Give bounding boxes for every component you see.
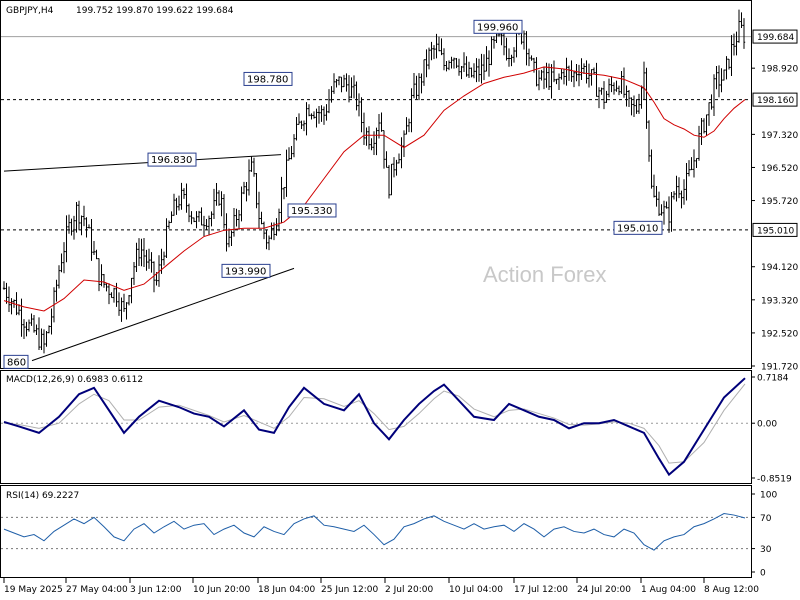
price-axis-label: 194.120 — [761, 263, 798, 273]
price-axis-tag: 195.010 — [757, 226, 794, 236]
price-annotation-label: 196.830 — [151, 155, 192, 166]
price-axis-tag: 199.684 — [757, 33, 794, 43]
price-annotation-label: 860 — [7, 357, 26, 368]
time-axis-label: 2 Jul 20:00 — [385, 585, 434, 595]
price-annotation-label: 198.780 — [247, 74, 288, 85]
time-axis-label: 10 Jun 20:00 — [193, 585, 250, 595]
time-axis-label: 10 Jul 04:00 — [449, 585, 503, 595]
price-panel-frame — [0, 0, 752, 369]
time-axis-label: 8 Aug 12:00 — [704, 585, 759, 595]
rsi-axis-label: 0 — [760, 569, 766, 579]
chart-header-symbol: GBPJPY,H4 — [6, 6, 54, 16]
macd-title: MACD(12,26,9) 0.6983 0.6112 — [6, 375, 143, 385]
rsi-panel-frame — [0, 485, 752, 578]
price-axis-label: 197.320 — [761, 131, 798, 141]
rsi-title: RSI(14) 69.2227 — [6, 491, 79, 501]
time-axis-label: 17 Jul 12:00 — [514, 585, 568, 595]
price-axis-label: 196.520 — [761, 164, 798, 174]
price-axis-tag: 198.160 — [757, 96, 794, 106]
time-axis-label: 19 May 2025 — [4, 585, 63, 595]
price-axis-label: 195.720 — [761, 197, 798, 207]
price-axis-label: 198.920 — [761, 65, 798, 75]
chart-svg: Action Forex 860 193.990 196.830 198.780 195… — [0, 0, 798, 595]
watermark: Action Forex — [483, 262, 607, 287]
rsi-axis-label: 30 — [760, 545, 772, 555]
price-axis-label: 193.320 — [761, 296, 798, 306]
time-axis-label: 3 Jun 12:00 — [130, 585, 182, 595]
time-axis-label: 24 Jul 20:00 — [577, 585, 631, 595]
rsi-axis-label: 100 — [760, 491, 777, 501]
macd-axis-label: 0.7184 — [757, 374, 789, 384]
time-axis-label: 18 Jun 04:00 — [258, 585, 315, 595]
chart-header-ohlc: 199.752 199.870 199.622 199.684 — [76, 6, 234, 16]
macd-axis-label: -0.8519 — [757, 475, 792, 485]
time-axis-label: 1 Aug 04:00 — [641, 585, 696, 595]
price-axis-label: 191.720 — [761, 363, 798, 373]
price-annotation-label: 199.960 — [477, 22, 518, 33]
price-axis-label: 192.520 — [761, 329, 798, 339]
price-annotation-label: 195.010 — [617, 223, 658, 234]
rsi-axis-label: 70 — [760, 514, 772, 524]
time-axis-label: 25 Jun 12:00 — [321, 585, 378, 595]
macd-axis-label: 0.00 — [757, 420, 777, 430]
price-annotation-label: 195.330 — [291, 206, 332, 217]
chart-container: Action Forex 860 193.990 196.830 198.780 195… — [0, 0, 800, 600]
price-annotation-label: 193.990 — [225, 266, 266, 277]
time-axis: 19 May 2025 27 May 04:00 3 Jun 12:00 10 Jun… — [3, 578, 759, 595]
price-axis: 199.684 198.920 198.160 197.320 196.520 195.7… — [751, 29, 798, 373]
time-axis-label: 27 May 04:00 — [66, 585, 128, 595]
